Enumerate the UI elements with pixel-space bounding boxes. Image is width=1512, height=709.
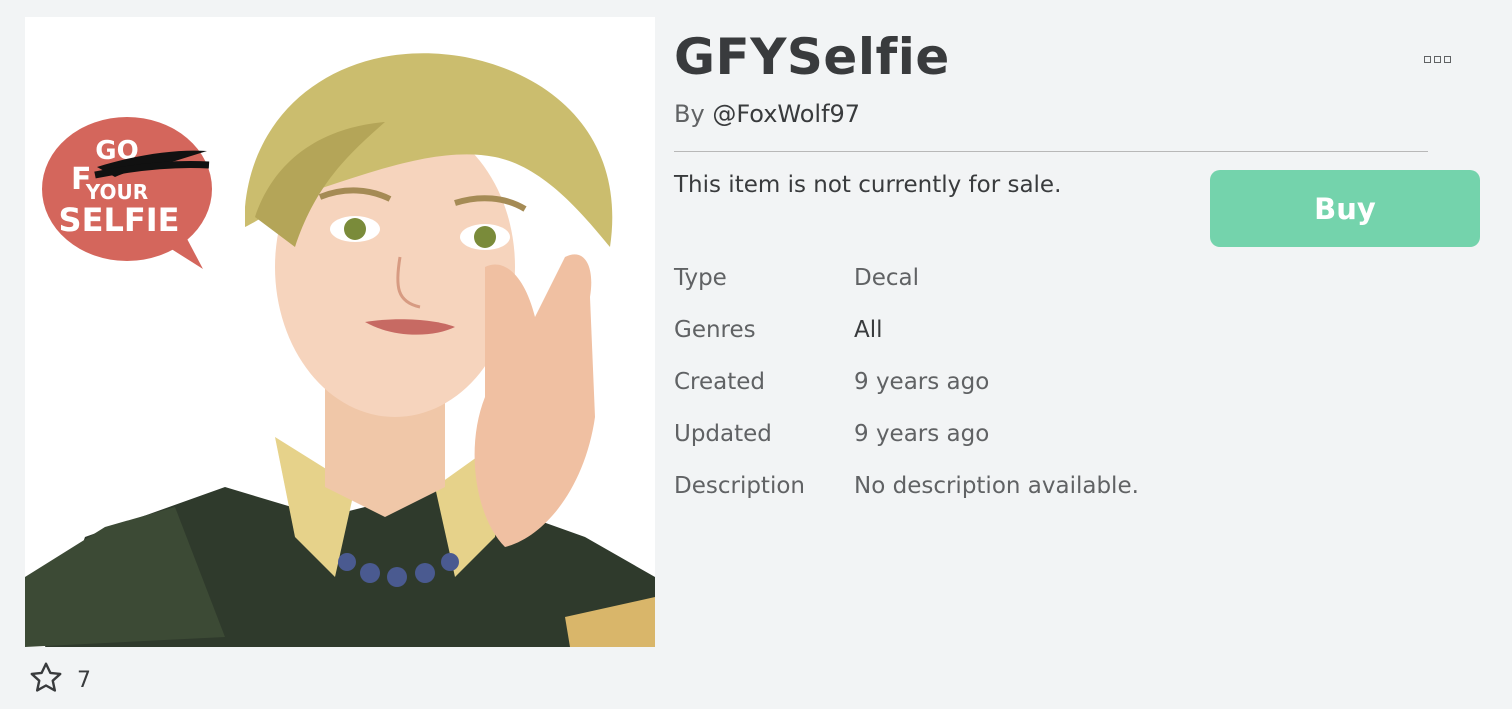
detail-label: Created [674, 369, 766, 395]
detail-label: Type [674, 265, 727, 291]
favorite-count: 7 [77, 667, 91, 693]
detail-value: Decal [854, 265, 919, 291]
detail-value: 9 years ago [854, 369, 990, 395]
creator-link[interactable]: @FoxWolf97 [712, 100, 860, 128]
badge-line-4: SELFIE [59, 201, 180, 239]
detail-row-description: Description No description available. [674, 473, 1139, 525]
detail-value: No description available. [854, 473, 1139, 499]
detail-row-updated: Updated 9 years ago [674, 421, 1139, 473]
thumbnail-artwork: GO F YOUR SELFIE [25, 17, 655, 647]
item-title: GFYSelfie [674, 28, 950, 86]
detail-row-type: Type Decal [674, 265, 1139, 317]
favorite-control[interactable]: 7 [27, 660, 91, 700]
item-details: Type Decal Genres All Created 9 years ag… [674, 265, 1139, 525]
buy-button[interactable]: Buy [1210, 170, 1480, 247]
item-thumbnail: GO F YOUR SELFIE [25, 17, 655, 647]
star-outline-icon[interactable] [27, 660, 65, 700]
more-options-icon[interactable] [1424, 52, 1456, 66]
genre-link[interactable]: All [854, 317, 883, 343]
creator-prefix: By [674, 100, 705, 128]
detail-row-created: Created 9 years ago [674, 369, 1139, 421]
sale-status: This item is not currently for sale. [674, 172, 1062, 198]
detail-label: Genres [674, 317, 756, 343]
creator-line: By @FoxWolf97 [674, 100, 860, 128]
divider [674, 151, 1428, 152]
detail-row-genres: Genres All [674, 317, 1139, 369]
detail-label: Updated [674, 421, 772, 447]
detail-value: 9 years ago [854, 421, 990, 447]
detail-label: Description [674, 473, 805, 499]
